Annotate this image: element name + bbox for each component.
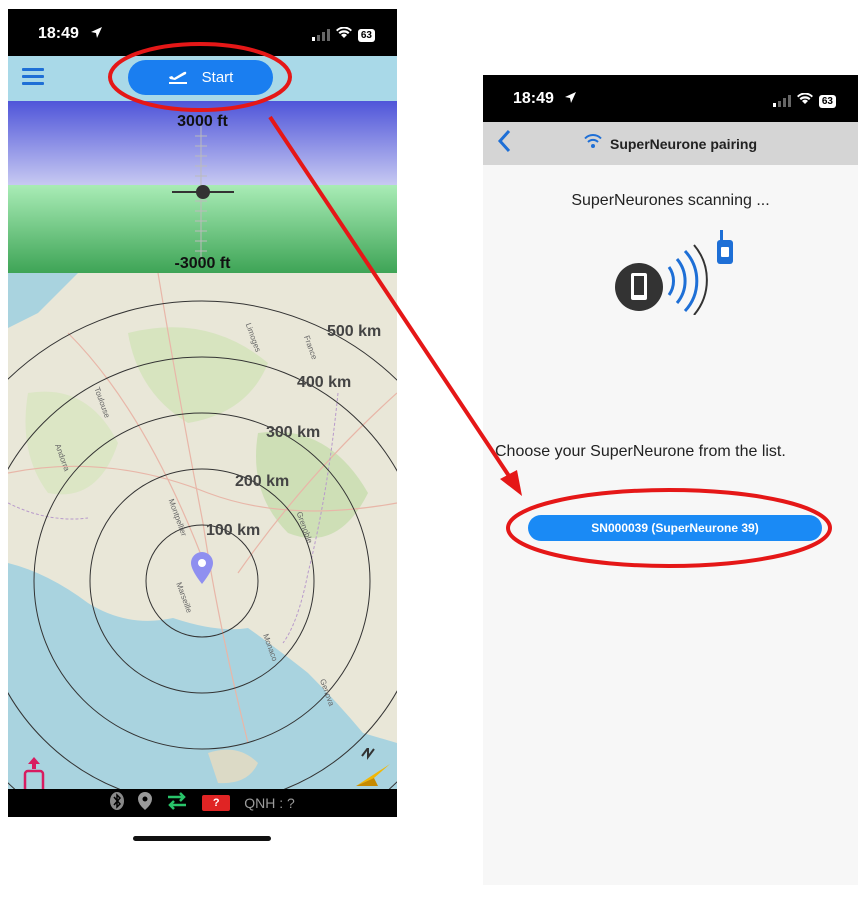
phone-upload-icon[interactable] [22, 757, 46, 789]
right-phone-screen: 18:49 63 SuperNeurone pairing SuperNeuro… [483, 75, 858, 885]
status-time: 18:49 [38, 25, 79, 42]
battery-icon: 63 [818, 94, 836, 108]
battery-icon: 63 [357, 28, 375, 42]
transfer-arrows-icon[interactable] [166, 791, 188, 815]
cellular-signal-icon [772, 95, 791, 107]
range-label-100: 100 km [206, 522, 261, 539]
bottom-altitude-label: -3000 ft [174, 255, 231, 272]
battery-warning-text: ? [212, 797, 220, 809]
status-time: 18:49 [513, 90, 554, 107]
range-label-200: 200 km [235, 473, 290, 490]
wifi-icon [584, 134, 602, 153]
location-pin-icon[interactable] [138, 791, 153, 815]
range-label-300: 300 km [266, 424, 321, 441]
cellular-signal-icon [311, 29, 330, 41]
start-button[interactable]: Start [128, 60, 273, 95]
location-arrow-icon [90, 26, 103, 44]
scanning-status: SuperNeurones scanning ... [571, 192, 770, 209]
hamburger-menu-icon[interactable] [22, 68, 44, 88]
status-bar: 18:49 63 [483, 75, 858, 122]
left-phone-screen: 18:49 63 Start 3000 ft -3000 ft 500 km 4… [8, 9, 397, 817]
aircraft-symbol-icon [172, 185, 234, 204]
page-title: SuperNeurone pairing [609, 135, 758, 152]
device-list-item-button[interactable]: SN000039 (SuperNeurone 39) [528, 515, 822, 541]
top-bar: Start [8, 56, 397, 101]
bottom-status-bar: ? QNH : ? [8, 789, 397, 817]
range-label-400: 400 km [297, 374, 352, 391]
status-bar: 18:49 63 [8, 9, 397, 56]
location-arrow-icon [564, 91, 577, 109]
top-altitude-label: 3000 ft [177, 113, 228, 130]
location-marker-icon[interactable] [191, 552, 213, 589]
qnh-readout: QNH : ? [244, 795, 295, 811]
range-label-500: 500 km [327, 323, 382, 340]
nav-bar: SuperNeurone pairing [483, 122, 858, 165]
battery-warning-icon[interactable]: ? [202, 795, 231, 811]
choose-instruction: Choose your SuperNeurone from the list. [495, 443, 786, 460]
map-view[interactable]: 500 km 400 km 300 km 200 km 100 km Toulo… [8, 273, 397, 789]
bluetooth-icon[interactable] [110, 791, 125, 815]
takeoff-icon [168, 68, 188, 88]
wifi-status-icon [796, 92, 813, 110]
wifi-status-icon [335, 26, 352, 44]
compass-icon[interactable] [354, 745, 392, 789]
start-button-label: Start [201, 69, 234, 86]
phone-scanning-icon [613, 225, 743, 320]
home-indicator[interactable] [133, 836, 271, 841]
attitude-indicator: 3000 ft -3000 ft [8, 101, 397, 273]
